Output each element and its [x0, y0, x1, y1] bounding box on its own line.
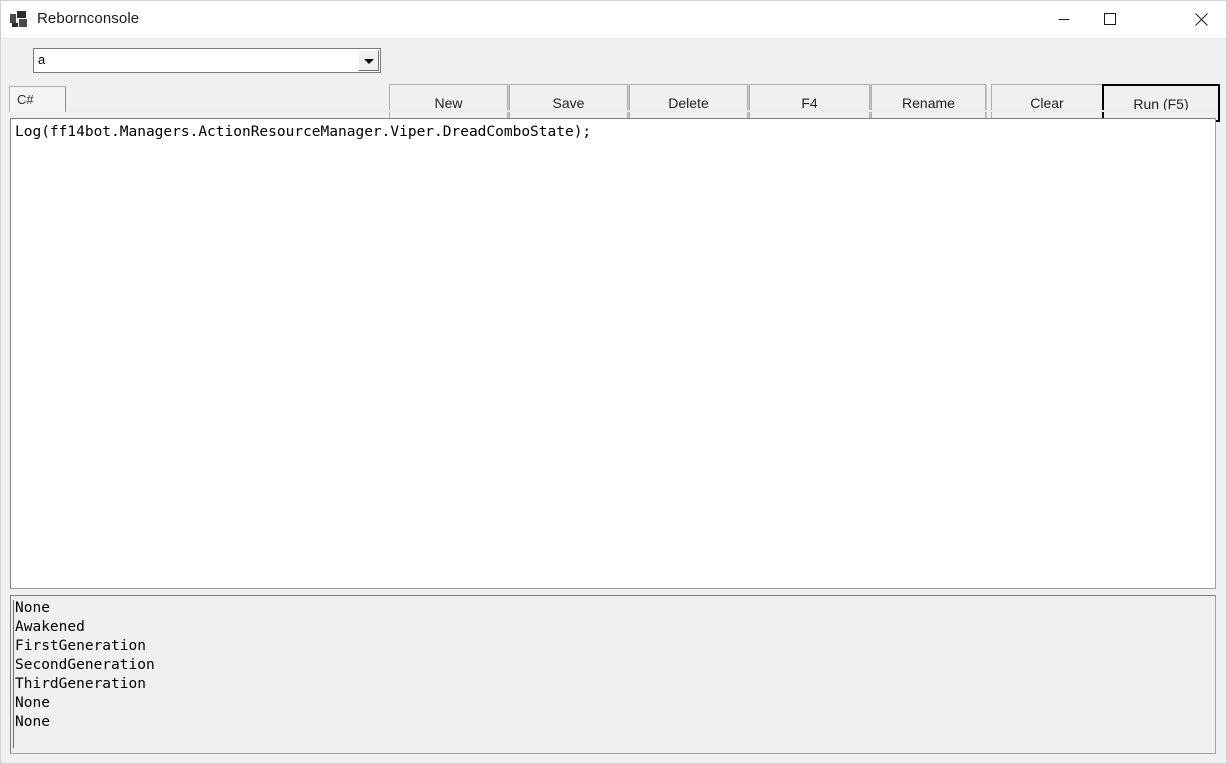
- tab-strip-filler: [66, 110, 1216, 112]
- app-icon: [10, 11, 30, 29]
- chevron-down-icon: [364, 59, 374, 64]
- code-editor-text[interactable]: Log(ff14bot.Managers.ActionResourceManag…: [15, 123, 591, 142]
- output-caret: [13, 600, 14, 748]
- profile-combobox[interactable]: a: [33, 48, 381, 73]
- close-button[interactable]: [1177, 1, 1225, 37]
- profile-combobox-value: a: [38, 52, 46, 67]
- minimize-button[interactable]: [1041, 1, 1087, 37]
- profile-combobox-dropdown-button[interactable]: [358, 50, 379, 71]
- title-bar: Rebornconsole: [1, 1, 1226, 39]
- output-console[interactable]: None Awakened FirstGeneration SecondGene…: [10, 595, 1216, 754]
- output-console-text: None Awakened FirstGeneration SecondGene…: [15, 600, 155, 730]
- minimize-icon: [1058, 19, 1070, 20]
- maximize-button[interactable]: [1087, 1, 1133, 37]
- window-title: Rebornconsole: [37, 10, 140, 27]
- maximize-icon: [1104, 13, 1116, 25]
- close-icon: [1194, 12, 1208, 26]
- application-window: Rebornconsole a New Save Delete F4 Renam…: [0, 0, 1227, 764]
- code-editor[interactable]: Log(ff14bot.Managers.ActionResourceManag…: [10, 118, 1216, 589]
- tab-csharp[interactable]: C#: [9, 86, 66, 112]
- tab-strip: C#: [9, 86, 1216, 112]
- toolbar: a New Save Delete F4 Rename Clear Run (F…: [1, 38, 1226, 122]
